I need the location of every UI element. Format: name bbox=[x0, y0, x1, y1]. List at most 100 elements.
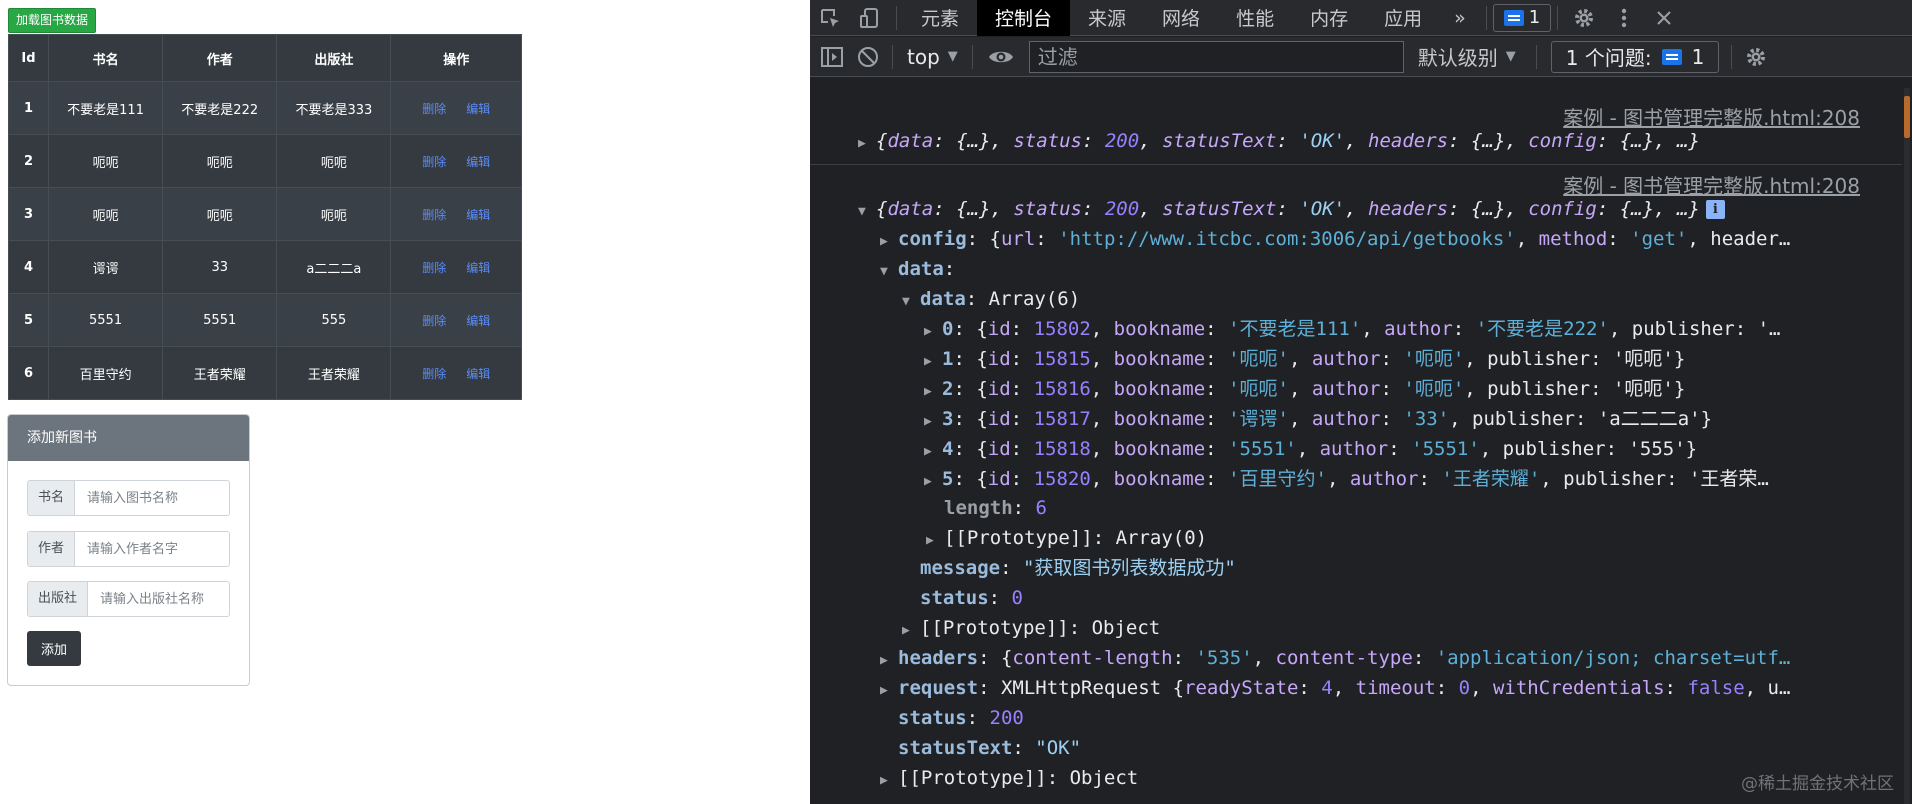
array-item-row[interactable]: ▶ 0: {id: 15802, bookname: '不要老是111', aut… bbox=[924, 317, 1780, 341]
expand-triangle-icon: ▶ bbox=[924, 324, 932, 339]
array-item-row[interactable]: ▶ 3: {id: 15817, bookname: '谔谔', author: … bbox=[924, 407, 1712, 431]
add-book-button[interactable]: 添加 bbox=[27, 631, 81, 666]
cell-actions: 删除 编辑 bbox=[390, 346, 522, 400]
source-link[interactable]: 案例 - 图书管理完整版.html:208 bbox=[1563, 170, 1860, 199]
cell-id: 1 bbox=[8, 81, 49, 135]
info-icon[interactable]: i bbox=[1705, 200, 1725, 219]
request-row[interactable]: ▶ request: XMLHttpRequest {readyState: 4,… bbox=[880, 676, 1790, 700]
collapse-triangle-icon: ▼ bbox=[858, 204, 866, 219]
delete-link[interactable]: 删除 bbox=[422, 155, 446, 169]
expand-triangle-icon: ▶ bbox=[926, 533, 934, 548]
console-filter-input[interactable]: 过滤 bbox=[1028, 40, 1404, 73]
expand-triangle-icon: ▶ bbox=[880, 683, 888, 698]
log-summary-collapsed[interactable]: ▶ {data: {…}, status: 200, statusText: 'O… bbox=[858, 129, 1700, 153]
messages-badge[interactable]: 1 bbox=[1492, 3, 1552, 32]
context-selector[interactable]: top ▼ bbox=[899, 45, 966, 69]
toolbar-divider bbox=[1535, 44, 1537, 69]
response-prototype-row[interactable]: ▶ [[Prototype]]: Object bbox=[880, 766, 1138, 790]
message-icon bbox=[1503, 9, 1524, 26]
clear-console-icon[interactable] bbox=[850, 37, 886, 77]
delete-link[interactable]: 删除 bbox=[422, 261, 446, 275]
delete-link[interactable]: 删除 bbox=[422, 102, 446, 116]
log-levels-dropdown[interactable]: 默认级别 ▼ bbox=[1404, 42, 1530, 71]
more-options-icon[interactable] bbox=[1604, 0, 1644, 36]
table-row: 1 不要老是111 不要老是222 不要老是333 删除 编辑 bbox=[8, 81, 522, 135]
cell-id: 4 bbox=[8, 240, 49, 294]
table-row: 5 5551 5551 555 删除 编辑 bbox=[8, 293, 522, 347]
cell-publisher: 呃呃 bbox=[276, 134, 392, 188]
delete-link[interactable]: 删除 bbox=[422, 367, 446, 381]
edit-link[interactable]: 编辑 bbox=[466, 261, 490, 275]
load-books-button[interactable]: 加载图书数据 bbox=[8, 8, 97, 33]
console-settings-gear-icon[interactable] bbox=[1738, 37, 1774, 77]
source-link[interactable]: 案例 - 图书管理完整版.html:208 bbox=[1563, 102, 1860, 131]
messages-count: 1 bbox=[1528, 7, 1541, 28]
console-output: 案例 - 图书管理完整版.html:208 ▶ {data: {…}, statu… bbox=[810, 78, 1902, 804]
sidebar-toggle-icon[interactable] bbox=[814, 37, 850, 77]
more-tabs-button[interactable]: » bbox=[1440, 0, 1480, 36]
books-table: Id 书名 作者 出版社 操作 1 不要老是111 不要老是222 不要老是333 删除… bbox=[8, 34, 522, 400]
config-row[interactable]: ▶ config: {url: 'http://www.itcbc.com:300… bbox=[880, 227, 1790, 251]
devtools-tab[interactable]: 元素 bbox=[903, 0, 977, 36]
publisher-input[interactable] bbox=[88, 582, 229, 616]
edit-link[interactable]: 编辑 bbox=[466, 208, 490, 222]
edit-link[interactable]: 编辑 bbox=[466, 102, 490, 116]
live-expression-eye-icon[interactable] bbox=[979, 37, 1023, 77]
book-manager-page: 加载图书数据 Id 书名 作者 出版社 操作 1 不要老是111 不要老是222 不要… bbox=[0, 0, 810, 804]
scrollbar-thumb[interactable] bbox=[1904, 96, 1910, 138]
expand-triangle-icon: ▶ bbox=[924, 474, 932, 489]
devtools-tab[interactable]: 性能 bbox=[1218, 0, 1292, 36]
data-array-row[interactable]: ▼ data: Array(6) bbox=[902, 287, 1080, 311]
devtools-tabbar: 元素 控制台 来源 网络 性能 内存 应用 » 1 bbox=[810, 0, 1912, 36]
edit-link[interactable]: 编辑 bbox=[466, 367, 490, 381]
cell-author: 呃呃 bbox=[162, 187, 278, 241]
cell-actions: 删除 编辑 bbox=[390, 134, 522, 188]
console-toolbar: top ▼ 过滤 默认级别 ▼ 1 个问题: 1 bbox=[810, 37, 1912, 77]
devtools-tab[interactable]: 内存 bbox=[1292, 0, 1366, 36]
console-scrollbar[interactable] bbox=[1904, 88, 1910, 804]
object-prototype-row[interactable]: ▶ [[Prototype]]: Object bbox=[902, 616, 1160, 640]
headers-row[interactable]: ▶ headers: {content-length: '535', conten… bbox=[880, 646, 1790, 670]
device-toolbar-icon[interactable] bbox=[850, 0, 890, 36]
bookname-input[interactable] bbox=[75, 481, 229, 515]
cell-id: 2 bbox=[8, 134, 49, 188]
issues-count: 1 bbox=[1691, 44, 1705, 69]
publisher-input-group: 出版社 bbox=[27, 581, 230, 617]
issues-button[interactable]: 1 个问题: 1 bbox=[1550, 40, 1720, 73]
close-devtools-icon[interactable] bbox=[1644, 0, 1684, 36]
header-id: Id bbox=[8, 34, 49, 82]
author-input-group: 作者 bbox=[27, 531, 230, 567]
cell-publisher: 王者荣耀 bbox=[276, 346, 392, 400]
delete-link[interactable]: 删除 bbox=[422, 314, 446, 328]
array-item-row[interactable]: ▶ 1: {id: 15815, bookname: '呃呃', author: … bbox=[924, 347, 1685, 371]
expand-triangle-icon: ▶ bbox=[858, 136, 866, 151]
header-actions: 操作 bbox=[390, 34, 522, 82]
data-row[interactable]: ▼ data: bbox=[880, 257, 955, 281]
inspect-element-icon[interactable] bbox=[810, 0, 850, 36]
edit-link[interactable]: 编辑 bbox=[466, 314, 490, 328]
length-row: length: 6 bbox=[944, 497, 1047, 519]
collapse-triangle-icon: ▼ bbox=[880, 264, 888, 279]
log-summary-expanded[interactable]: ▼ {data: {…}, status: 200, statusText: 'O… bbox=[858, 197, 1725, 221]
array-item-row[interactable]: ▶ 4: {id: 15818, bookname: '5551', author… bbox=[924, 437, 1697, 461]
devtools-tab[interactable]: 网络 bbox=[1144, 0, 1218, 36]
add-book-card: 添加新图书 书名 作者 出版社 添加 bbox=[7, 414, 250, 686]
add-book-title: 添加新图书 bbox=[8, 415, 249, 461]
table-row: 6 百里守约 王者荣耀 王者荣耀 删除 编辑 bbox=[8, 346, 522, 400]
delete-link[interactable]: 删除 bbox=[422, 208, 446, 222]
array-item-row[interactable]: ▶ 5: {id: 15820, bookname: '百里守约', author… bbox=[924, 467, 1769, 491]
devtools-tab[interactable]: 应用 bbox=[1366, 0, 1440, 36]
array-item-row[interactable]: ▶ 2: {id: 15816, bookname: '呃呃', author: … bbox=[924, 377, 1685, 401]
settings-gear-icon[interactable] bbox=[1564, 0, 1604, 36]
devtools-tab[interactable]: 来源 bbox=[1070, 0, 1144, 36]
author-input[interactable] bbox=[75, 532, 229, 566]
edit-link[interactable]: 编辑 bbox=[466, 155, 490, 169]
header-author: 作者 bbox=[162, 34, 278, 82]
array-prototype-row[interactable]: ▶ [[Prototype]]: Array(0) bbox=[926, 526, 1207, 550]
bookname-input-group: 书名 bbox=[27, 480, 230, 516]
toolbar-divider bbox=[1731, 44, 1733, 69]
cell-author: 不要老是222 bbox=[162, 81, 278, 135]
header-publisher: 出版社 bbox=[276, 34, 392, 82]
devtools-tab[interactable]: 控制台 bbox=[977, 0, 1071, 36]
expand-triangle-icon: ▶ bbox=[880, 653, 888, 668]
